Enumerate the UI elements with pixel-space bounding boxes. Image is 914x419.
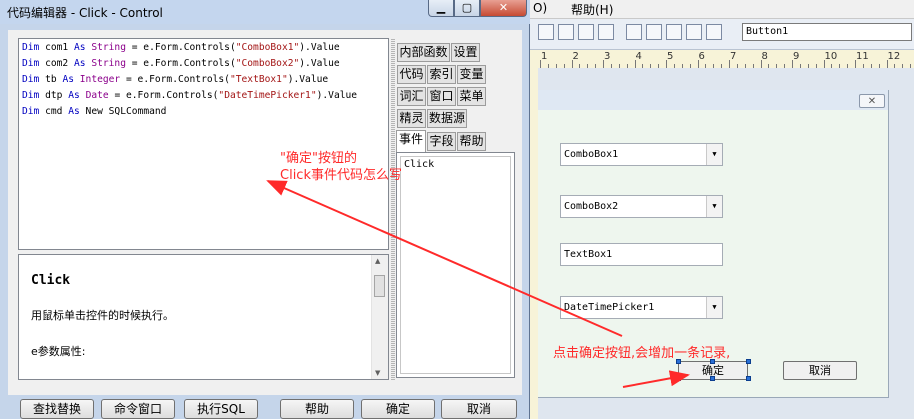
annotation-arrows [266, 180, 690, 388]
arrow-to-confirm [622, 370, 690, 388]
arrow-to-question [266, 180, 623, 337]
